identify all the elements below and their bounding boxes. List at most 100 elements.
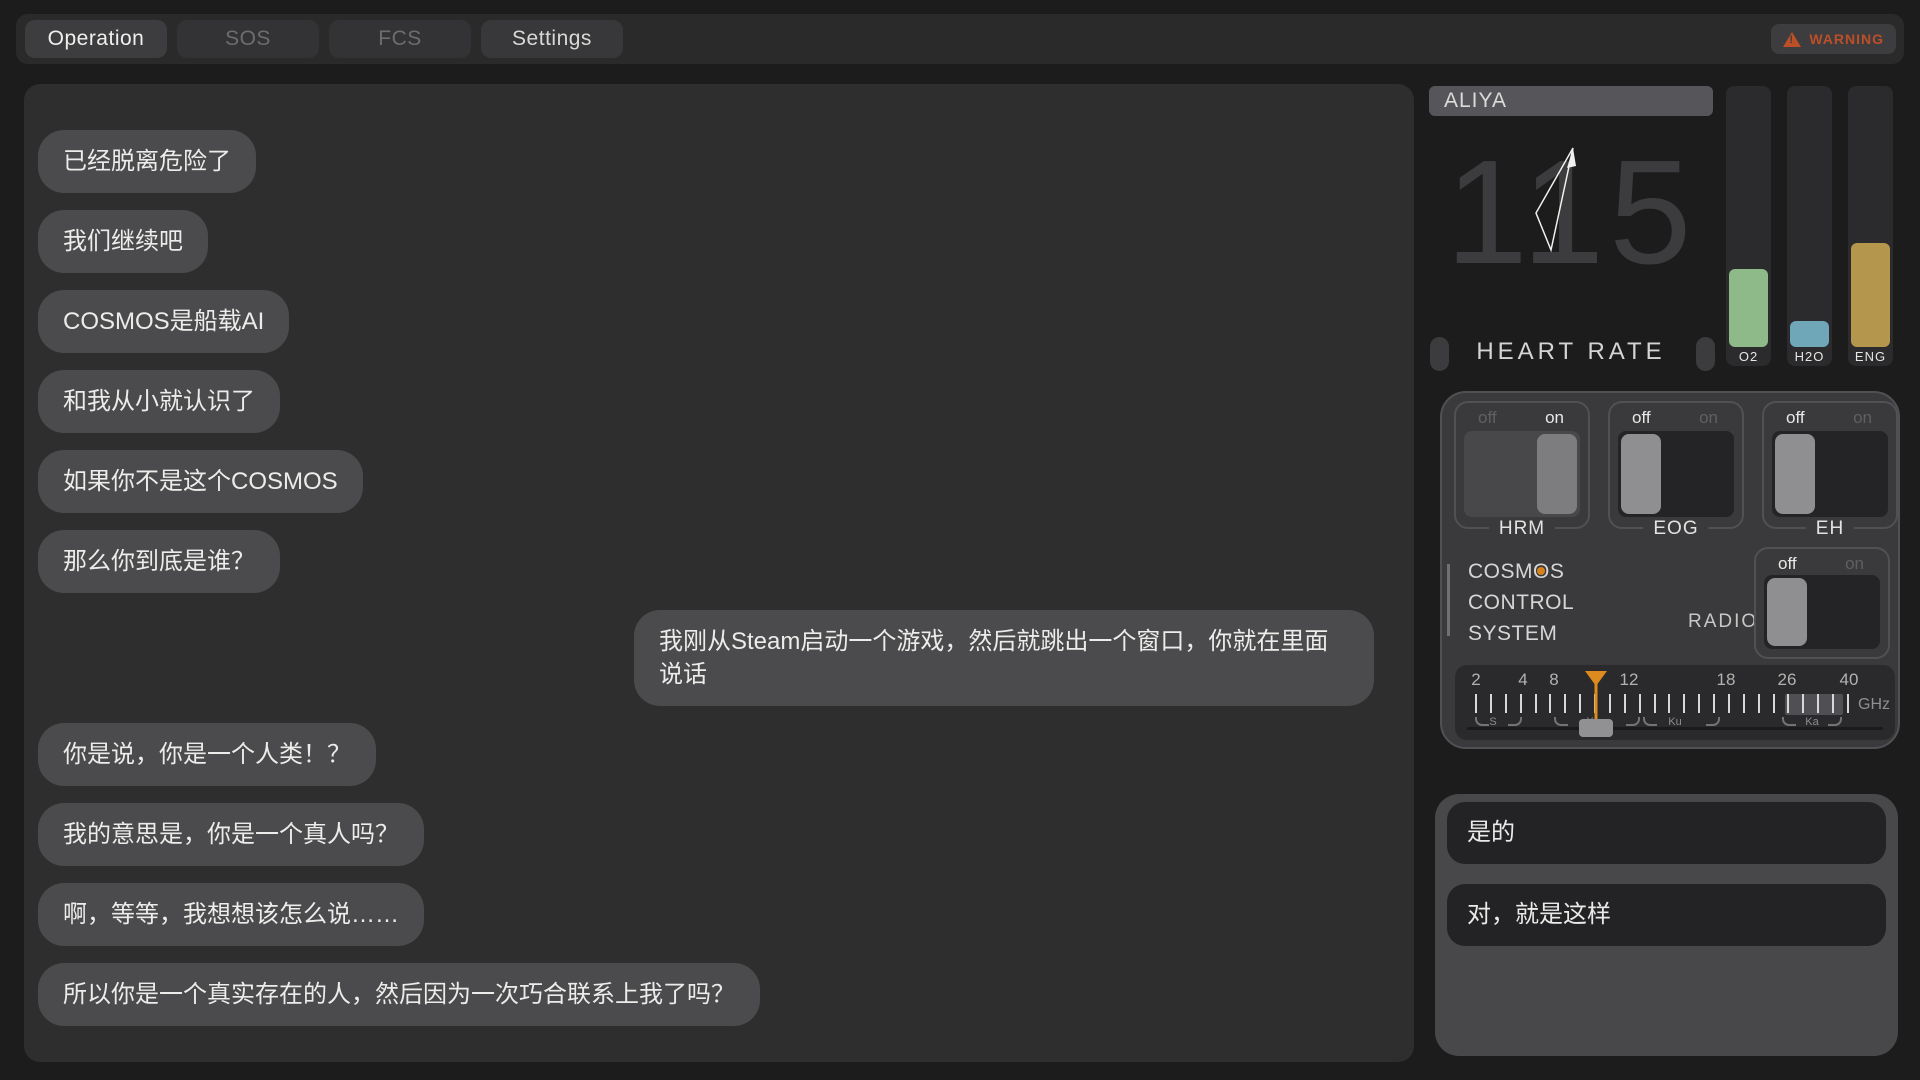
freq-tick xyxy=(1832,694,1834,713)
chat-message-bubble: COSMOS是船载AI xyxy=(38,290,289,353)
control-panel: COSMOSCONTROLSYSTEM RADIO 2 4 8 12 18 26 40 GHz… xyxy=(1440,391,1900,749)
freq-tick xyxy=(1787,694,1789,713)
tab-operation[interactable]: Operation xyxy=(25,20,167,58)
bar-h2o: H2O xyxy=(1787,86,1832,366)
reply-option-button[interactable]: 对，就是这样 xyxy=(1447,884,1886,946)
bar-fill xyxy=(1851,243,1890,347)
toggle-track xyxy=(1464,431,1580,517)
freq-tick xyxy=(1490,694,1492,713)
freq-band-bracket xyxy=(1626,717,1640,726)
freq-tick xyxy=(1535,694,1537,713)
warning-badge[interactable]: WARNING xyxy=(1771,24,1896,54)
freq-tick xyxy=(1847,694,1849,713)
cosmos-system-label: COSMOSCONTROLSYSTEM xyxy=(1468,556,1574,649)
chat-message-bubble: 所以你是一个真实存在的人，然后因为一次巧合联系上我了吗？ xyxy=(38,963,760,1026)
freq-tick-label: 8 xyxy=(1549,670,1558,690)
chat-message-bubble: 已经脱离危险了 xyxy=(38,130,256,193)
freq-band-bracket xyxy=(1782,717,1796,726)
toggle-on-label: on xyxy=(1845,554,1864,574)
freq-tick-label: 12 xyxy=(1620,670,1639,690)
freq-band-bracket xyxy=(1828,717,1842,726)
tab-list: Operation SOS FCS Settings xyxy=(25,20,623,58)
ghz-unit-label: GHz xyxy=(1858,696,1890,714)
toggle-track xyxy=(1764,575,1880,649)
freq-tick xyxy=(1802,694,1804,713)
toggle-name-label: HRM xyxy=(1489,518,1555,540)
toggle-knob[interactable] xyxy=(1621,434,1661,514)
toggle-name-label: EH xyxy=(1806,518,1854,540)
freq-band-bracket xyxy=(1643,717,1657,726)
freq-tick xyxy=(1609,694,1611,713)
chat-message-bubble: 我们继续吧 xyxy=(38,210,208,273)
freq-tick-label: 18 xyxy=(1717,670,1736,690)
warning-label: WARNING xyxy=(1809,31,1884,47)
bar-o2: O2 xyxy=(1726,86,1771,366)
chat-message-bubble: 和我从小就认识了 xyxy=(38,370,280,433)
freq-tick-label: 2 xyxy=(1471,670,1480,690)
freq-band-bracket xyxy=(1508,717,1522,726)
toggle-on-label: on xyxy=(1545,408,1564,428)
freq-slider-track xyxy=(1467,727,1883,730)
reply-option-button[interactable]: 是的 xyxy=(1447,802,1886,864)
chat-message-bubble: 那么你到底是谁？ xyxy=(38,530,280,593)
cosmos-status-dot: O xyxy=(1533,560,1550,583)
chat-panel: 已经脱离危险了我们继续吧 COSMOS是船载AI 和我从小就认识了如果你不是这个CO… xyxy=(24,84,1414,1062)
tab-sos[interactable]: SOS xyxy=(177,20,319,58)
warning-icon xyxy=(1783,32,1801,47)
toggle-on-label: on xyxy=(1853,408,1872,428)
freq-tick xyxy=(1520,694,1522,713)
freq-tick xyxy=(1475,694,1477,713)
bar-label: H2O xyxy=(1787,349,1832,364)
freq-tick xyxy=(1698,694,1700,713)
toggle-off-label: off xyxy=(1478,408,1497,428)
toggle-eog[interactable]: offonEOG xyxy=(1608,401,1744,529)
bar-fill xyxy=(1790,321,1829,347)
toggle-hrm[interactable]: offonHRM xyxy=(1454,401,1590,529)
freq-tick xyxy=(1505,694,1507,713)
heart-rate-label: HEART RATE xyxy=(1429,338,1713,366)
radio-label: RADIO xyxy=(1688,611,1758,633)
freq-band-bracket xyxy=(1475,717,1489,726)
toggle-name-label: EOG xyxy=(1643,518,1708,540)
freq-slider-handle[interactable] xyxy=(1579,719,1613,737)
toggle-knob[interactable] xyxy=(1775,434,1815,514)
bar-label: O2 xyxy=(1726,349,1771,364)
reply-options-panel: 是的对，就是这样 xyxy=(1435,794,1898,1056)
freq-tick-label: 40 xyxy=(1840,670,1859,690)
bar-label: ENG xyxy=(1848,349,1893,364)
freq-tick xyxy=(1817,694,1819,713)
toggle-knob[interactable] xyxy=(1537,434,1577,514)
freq-tick xyxy=(1579,694,1581,713)
chat-message-bubble: 啊，等等，我想想该怎么说…… xyxy=(38,883,424,946)
tab-fcs[interactable]: FCS xyxy=(329,20,471,58)
freq-band-bracket xyxy=(1554,717,1568,726)
chat-message-bubble: 我的意思是，你是一个真人吗？ xyxy=(38,803,424,866)
toggle-off-label: off xyxy=(1786,408,1805,428)
freq-tick xyxy=(1743,694,1745,713)
toggle-eh[interactable]: offonEH xyxy=(1762,401,1898,529)
toggle-radio[interactable]: off on xyxy=(1754,547,1890,659)
freq-tick xyxy=(1549,694,1551,713)
chat-message-bubble: 我刚从Steam启动一个游戏，然后就跳出一个窗口，你就在里面说话 xyxy=(634,610,1374,706)
heart-rate-pill-right xyxy=(1696,337,1715,371)
freq-tick-label: 26 xyxy=(1778,670,1797,690)
toggle-off-label: off xyxy=(1778,554,1797,574)
freq-tick xyxy=(1728,694,1730,713)
freq-tick xyxy=(1624,694,1626,713)
freq-band-bracket xyxy=(1706,717,1720,726)
freq-highlight xyxy=(1785,694,1843,715)
toggle-knob[interactable] xyxy=(1767,578,1807,646)
tab-settings[interactable]: Settings xyxy=(481,20,623,58)
frequency-scale: 24812182640GHzSXKuKa xyxy=(1455,665,1895,740)
heart-rate-pill-left xyxy=(1430,337,1449,371)
chat-message-bubble: 如果你不是这个COSMOS xyxy=(38,450,363,513)
freq-tick-label: 4 xyxy=(1518,670,1527,690)
freq-tick xyxy=(1564,694,1566,713)
toggle-on-label: on xyxy=(1699,408,1718,428)
bar-fill xyxy=(1729,269,1768,347)
freq-tick xyxy=(1713,694,1715,713)
freq-tick xyxy=(1683,694,1685,713)
freq-tick xyxy=(1639,694,1641,713)
freq-tick xyxy=(1773,694,1775,713)
freq-marker-stem xyxy=(1595,683,1598,723)
